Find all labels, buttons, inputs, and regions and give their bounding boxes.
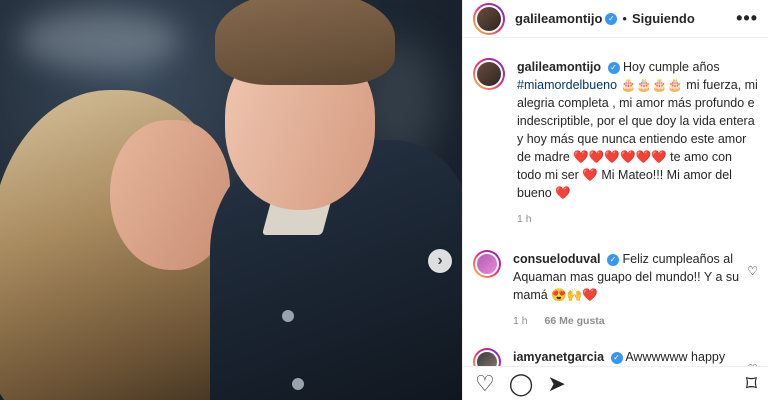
avatar[interactable] bbox=[473, 250, 501, 278]
following-button[interactable]: Siguiendo bbox=[632, 11, 695, 26]
comment-item: consueloduval ✓ Feliz cumpleaños al Aqua… bbox=[473, 250, 758, 330]
caption: galileamontijo ✓ Hoy cumple años #miamor… bbox=[473, 58, 758, 228]
heart-emoji: ❤️ bbox=[582, 168, 598, 182]
heart-icon[interactable]: ♡ bbox=[747, 264, 758, 278]
caption-timestamp: 1 h bbox=[517, 213, 532, 225]
share-icon[interactable]: ➤ bbox=[547, 372, 565, 395]
heart-emoji: ❤️ bbox=[555, 186, 571, 200]
photo-jacket-button bbox=[282, 310, 294, 322]
photo-boy-hair bbox=[215, 0, 395, 85]
comment-icon[interactable]: ◯ bbox=[509, 372, 534, 395]
comment-username[interactable]: iamyanetgarcia bbox=[513, 350, 604, 364]
comment-body: Awwwwww happy bbox=[625, 350, 726, 364]
avatar[interactable] bbox=[473, 58, 505, 90]
heart-icon[interactable]: ♡ bbox=[475, 372, 495, 395]
comment-emojis: 😍🙌❤️ bbox=[551, 288, 598, 302]
action-bar: ♡ ◯ ➤ ⌑ bbox=[463, 366, 768, 400]
verified-badge-icon: ✓ bbox=[607, 254, 620, 266]
header-username[interactable]: galileamontijo bbox=[515, 11, 602, 26]
more-options-icon[interactable]: ••• bbox=[736, 8, 758, 29]
cake-emojis: 🎂🎂🎂🎂 bbox=[620, 78, 683, 92]
hearts-emojis: ❤️❤️❤️❤️❤️❤️ bbox=[573, 150, 667, 164]
photo-light bbox=[20, 10, 180, 70]
comment-meta: 1 h 66 Me gusta bbox=[513, 312, 741, 330]
hashtag-link[interactable]: #miamordelbueno bbox=[517, 78, 617, 92]
comment-text: iamyanetgarcia ✓ Awwwwww happy bbox=[513, 348, 741, 366]
bookmark-icon[interactable]: ⌑ bbox=[746, 372, 757, 395]
comment-text: consueloduval ✓ Feliz cumpleaños al Aqua… bbox=[513, 250, 741, 330]
comment-username[interactable]: consueloduval bbox=[513, 252, 601, 266]
verified-badge-icon: ✓ bbox=[605, 12, 618, 25]
comments-list: galileamontijo ✓ Hoy cumple años #miamor… bbox=[463, 38, 768, 376]
photo-jacket-button bbox=[292, 378, 304, 390]
post-photo[interactable]: › bbox=[0, 0, 462, 400]
post-header: galileamontijo ✓ • Siguiendo ••• bbox=[463, 0, 768, 38]
verified-badge-icon: ✓ bbox=[607, 62, 620, 74]
avatar[interactable] bbox=[473, 2, 505, 35]
comment-time: 1 h bbox=[513, 315, 528, 327]
chevron-right-icon[interactable]: › bbox=[428, 249, 452, 273]
caption-intro: Hoy cumple años bbox=[623, 60, 720, 74]
verified-badge-icon: ✓ bbox=[610, 352, 623, 364]
caption-username[interactable]: galileamontijo bbox=[517, 60, 601, 74]
separator-dot: • bbox=[622, 11, 627, 26]
comment-likes[interactable]: 66 Me gusta bbox=[545, 315, 605, 327]
caption-text: galileamontijo ✓ Hoy cumple años #miamor… bbox=[517, 58, 758, 228]
post-side-panel: galileamontijo ✓ • Siguiendo ••• galilea… bbox=[462, 0, 768, 400]
